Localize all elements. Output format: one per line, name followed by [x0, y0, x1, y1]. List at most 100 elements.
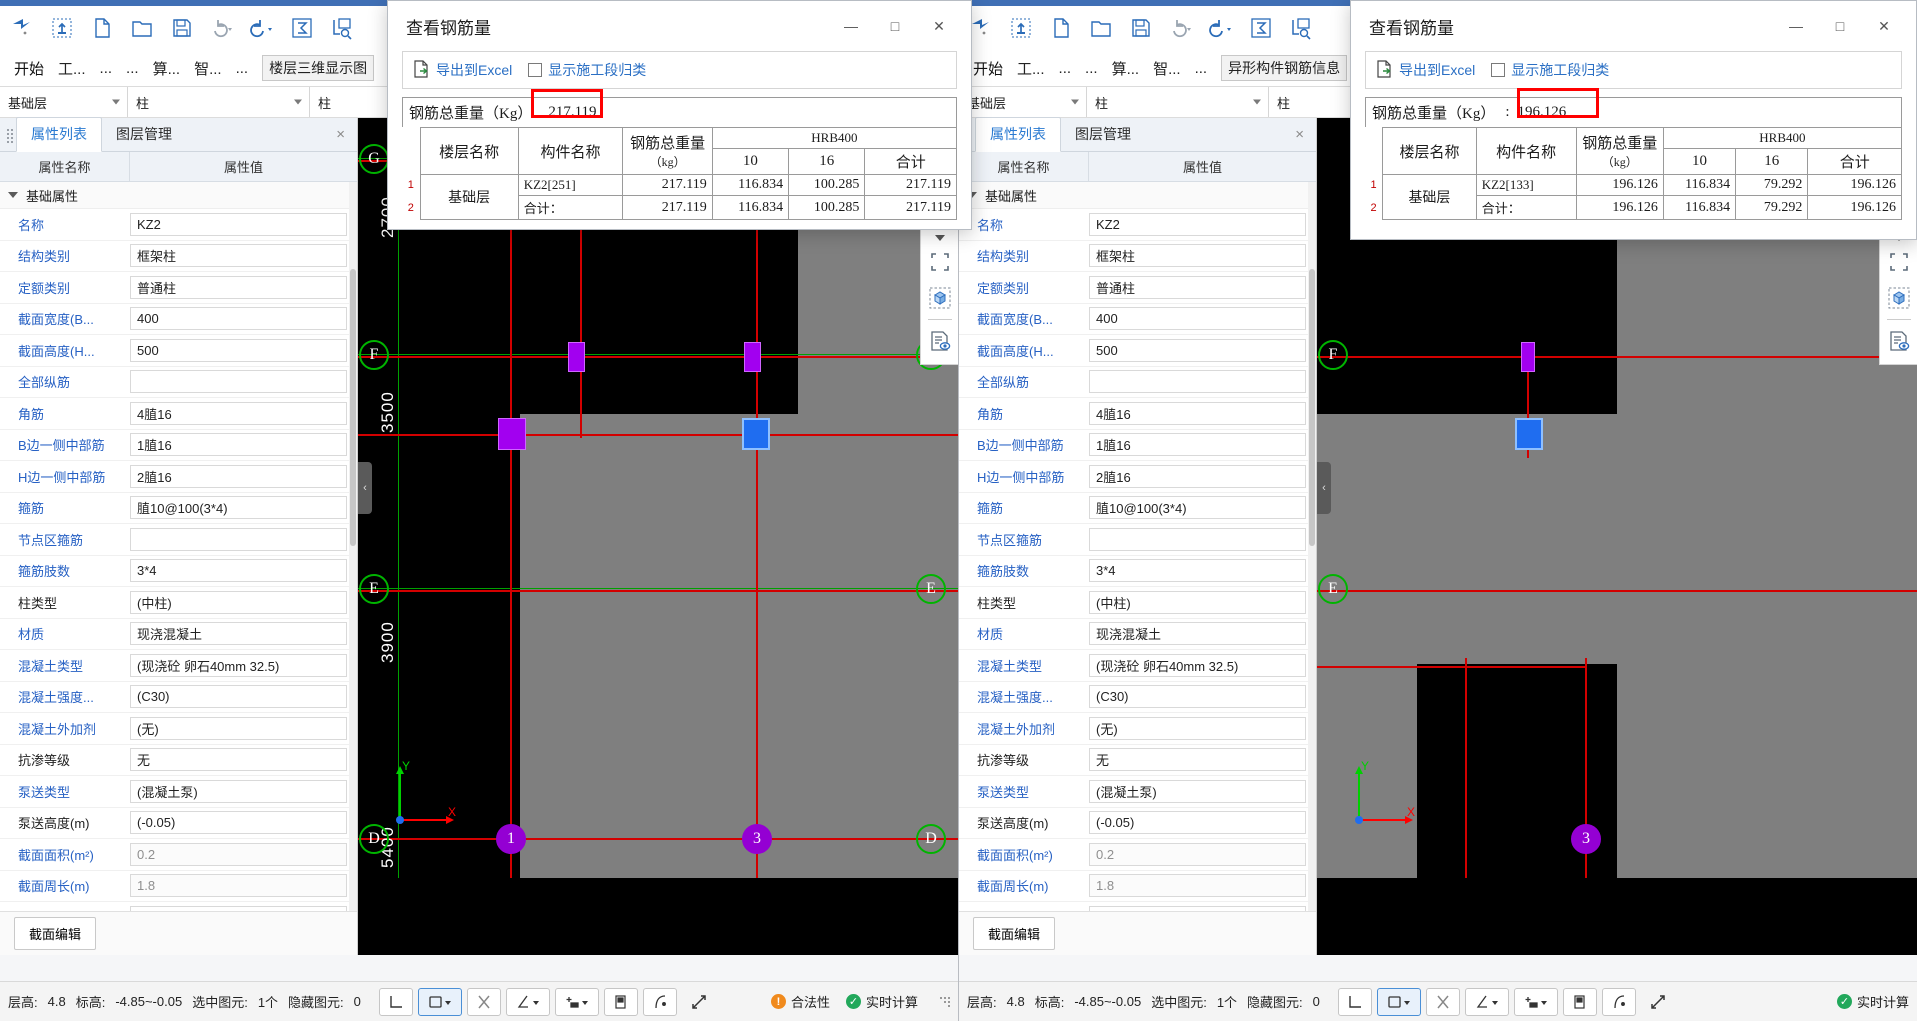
column-element[interactable]: [744, 342, 761, 372]
save-icon[interactable]: [168, 14, 196, 42]
floor-selector[interactable]: 基础层: [0, 87, 128, 117]
ortho-icon[interactable]: [378, 987, 413, 1016]
export-to-excel-button[interactable]: 导出到Excel: [1376, 59, 1475, 81]
show-construction-section-checkbox[interactable]: 显示施工段归类: [528, 60, 646, 80]
property-value[interactable]: 现浇混凝土: [1089, 622, 1306, 646]
close-icon[interactable]: ✕: [1862, 6, 1906, 46]
cross-snap-icon[interactable]: [1425, 987, 1460, 1016]
axis-bubble[interactable]: E: [1318, 574, 1348, 604]
ribbon-tab-3[interactable]: ...: [126, 60, 139, 77]
property-scrollbar[interactable]: [1308, 182, 1316, 911]
angle-snap-icon[interactable]: [1464, 987, 1509, 1016]
property-value[interactable]: (混凝土泵): [1089, 779, 1306, 803]
property-value[interactable]: 现浇混凝土: [130, 622, 347, 646]
axis-bubble[interactable]: F: [359, 340, 389, 370]
redo-icon[interactable]: [1207, 14, 1235, 42]
property-value[interactable]: 2䐈16: [130, 464, 347, 488]
property-value[interactable]: 3*4: [130, 559, 347, 583]
column-element-selected[interactable]: [742, 418, 770, 450]
property-value[interactable]: 500: [1089, 338, 1306, 362]
property-tab-strip[interactable]: 属性列表 图层管理 ×: [0, 117, 357, 152]
arc-snap-icon[interactable]: [1601, 987, 1636, 1016]
property-value[interactable]: (现浇砼 卵石40mm 32.5): [130, 653, 347, 677]
show-construction-section-checkbox[interactable]: 显示施工段归类: [1491, 60, 1609, 80]
tab-property-list[interactable]: 属性列表: [16, 117, 102, 152]
property-value[interactable]: 500: [130, 338, 347, 362]
property-value[interactable]: (-0.05): [130, 811, 347, 835]
property-value[interactable]: 层顶标高(-0.05): [1089, 905, 1306, 911]
ribbon-tab-4[interactable]: 算...: [1112, 58, 1140, 79]
sum-calc-icon[interactable]: [288, 14, 316, 42]
property-group-header[interactable]: 基础属性: [959, 182, 1316, 209]
close-icon[interactable]: ✕: [917, 6, 961, 46]
ortho-icon[interactable]: [1337, 987, 1372, 1016]
redo-icon[interactable]: [248, 14, 276, 42]
column-element[interactable]: [1521, 342, 1535, 372]
crop-icon[interactable]: [925, 247, 955, 277]
axis-bubble-selected[interactable]: 3: [1571, 824, 1601, 854]
point-snap-icon[interactable]: [1513, 987, 1558, 1016]
realtime-status[interactable]: ✓ 实时计算: [845, 992, 918, 1011]
ribbon-tab-0[interactable]: 开始: [973, 58, 1003, 79]
property-value[interactable]: 1䐈16: [130, 433, 347, 457]
property-value[interactable]: (无): [1089, 716, 1306, 740]
property-value[interactable]: 框架柱: [1089, 244, 1306, 268]
column-element[interactable]: [568, 342, 585, 372]
ribbon-tab-5[interactable]: 智...: [194, 58, 222, 79]
arc-snap-icon[interactable]: [642, 987, 677, 1016]
property-scrollbar[interactable]: [349, 182, 357, 911]
rebar-quantity-dialog-right[interactable]: 查看钢筋量 — □ ✕ 导出到Excel 显示施工段归类 钢筋总重量（Kg） :…: [1350, 0, 1917, 240]
column-element[interactable]: [498, 418, 526, 450]
app-logo-icon[interactable]: [8, 14, 36, 42]
property-value[interactable]: 䐈10@100(3*4): [1089, 496, 1306, 520]
import-icon[interactable]: [1007, 14, 1035, 42]
axis-bubble[interactable]: D: [359, 824, 389, 854]
collapse-panel-handle[interactable]: ‹: [1317, 462, 1331, 514]
ribbon-tab-2[interactable]: ...: [100, 60, 113, 77]
maximize-icon[interactable]: □: [873, 6, 917, 46]
ribbon-tab-1[interactable]: 工...: [58, 58, 86, 79]
save-icon[interactable]: [1127, 14, 1155, 42]
rebar-quantity-dialog-left[interactable]: 查看钢筋量 — □ ✕ 导出到Excel 显示施工段归类 钢筋总重量（Kg） 2…: [387, 0, 972, 230]
ribbon-tab-2[interactable]: ...: [1059, 60, 1072, 77]
ribbon-tab-4[interactable]: 算...: [153, 58, 181, 79]
expand-icon[interactable]: [682, 988, 716, 1016]
property-value[interactable]: (现浇砼 卵石40mm 32.5): [1089, 653, 1306, 677]
property-value[interactable]: 4䐈16: [130, 401, 347, 425]
tab-layer-management[interactable]: 图层管理: [1061, 118, 1145, 151]
sum-calc-icon[interactable]: [1247, 14, 1275, 42]
table-row[interactable]: 1 基础层 KZ2[251] 217.119 116.834 100.285 2…: [402, 174, 957, 220]
block-snap-icon[interactable]: [1562, 987, 1597, 1016]
minimize-icon[interactable]: —: [1774, 6, 1818, 46]
undo-icon[interactable]: [208, 14, 236, 42]
property-value[interactable]: (混凝土泵): [130, 779, 347, 803]
minimize-icon[interactable]: —: [829, 6, 873, 46]
resize-grip-icon[interactable]: [940, 996, 950, 1007]
rect-snap-icon[interactable]: [417, 987, 462, 1016]
expand-icon[interactable]: [1641, 988, 1675, 1016]
isometric-cube-icon[interactable]: [925, 283, 955, 313]
axis-bubble-selected[interactable]: 1: [496, 824, 526, 854]
maximize-icon[interactable]: □: [1818, 6, 1862, 46]
ribbon-tab-1[interactable]: 工...: [1017, 58, 1045, 79]
crop-icon[interactable]: [1884, 247, 1914, 277]
import-icon[interactable]: [48, 14, 76, 42]
floor-selector[interactable]: 基础层: [959, 87, 1087, 117]
property-value[interactable]: 普通柱: [1089, 275, 1306, 299]
property-value[interactable]: (中柱): [130, 590, 347, 614]
tab-layer-management[interactable]: 图层管理: [102, 118, 186, 151]
section-edit-button[interactable]: 截面编辑: [973, 917, 1056, 950]
category-selector[interactable]: 柱: [128, 87, 310, 117]
property-value[interactable]: 普通柱: [130, 275, 347, 299]
axis-bubble[interactable]: E: [359, 574, 389, 604]
property-value[interactable]: 无: [1089, 748, 1306, 772]
undo-icon[interactable]: [1167, 14, 1195, 42]
axis-bubble[interactable]: F: [1318, 340, 1348, 370]
property-value[interactable]: [130, 527, 347, 551]
property-value[interactable]: (C30): [1089, 685, 1306, 709]
realtime-status[interactable]: ✓ 实时计算: [1836, 992, 1909, 1011]
close-icon[interactable]: ×: [1295, 127, 1304, 142]
report-eye-icon[interactable]: [925, 326, 955, 356]
category-selector[interactable]: 柱: [1087, 87, 1269, 117]
property-value[interactable]: 1䐈16: [1089, 433, 1306, 457]
